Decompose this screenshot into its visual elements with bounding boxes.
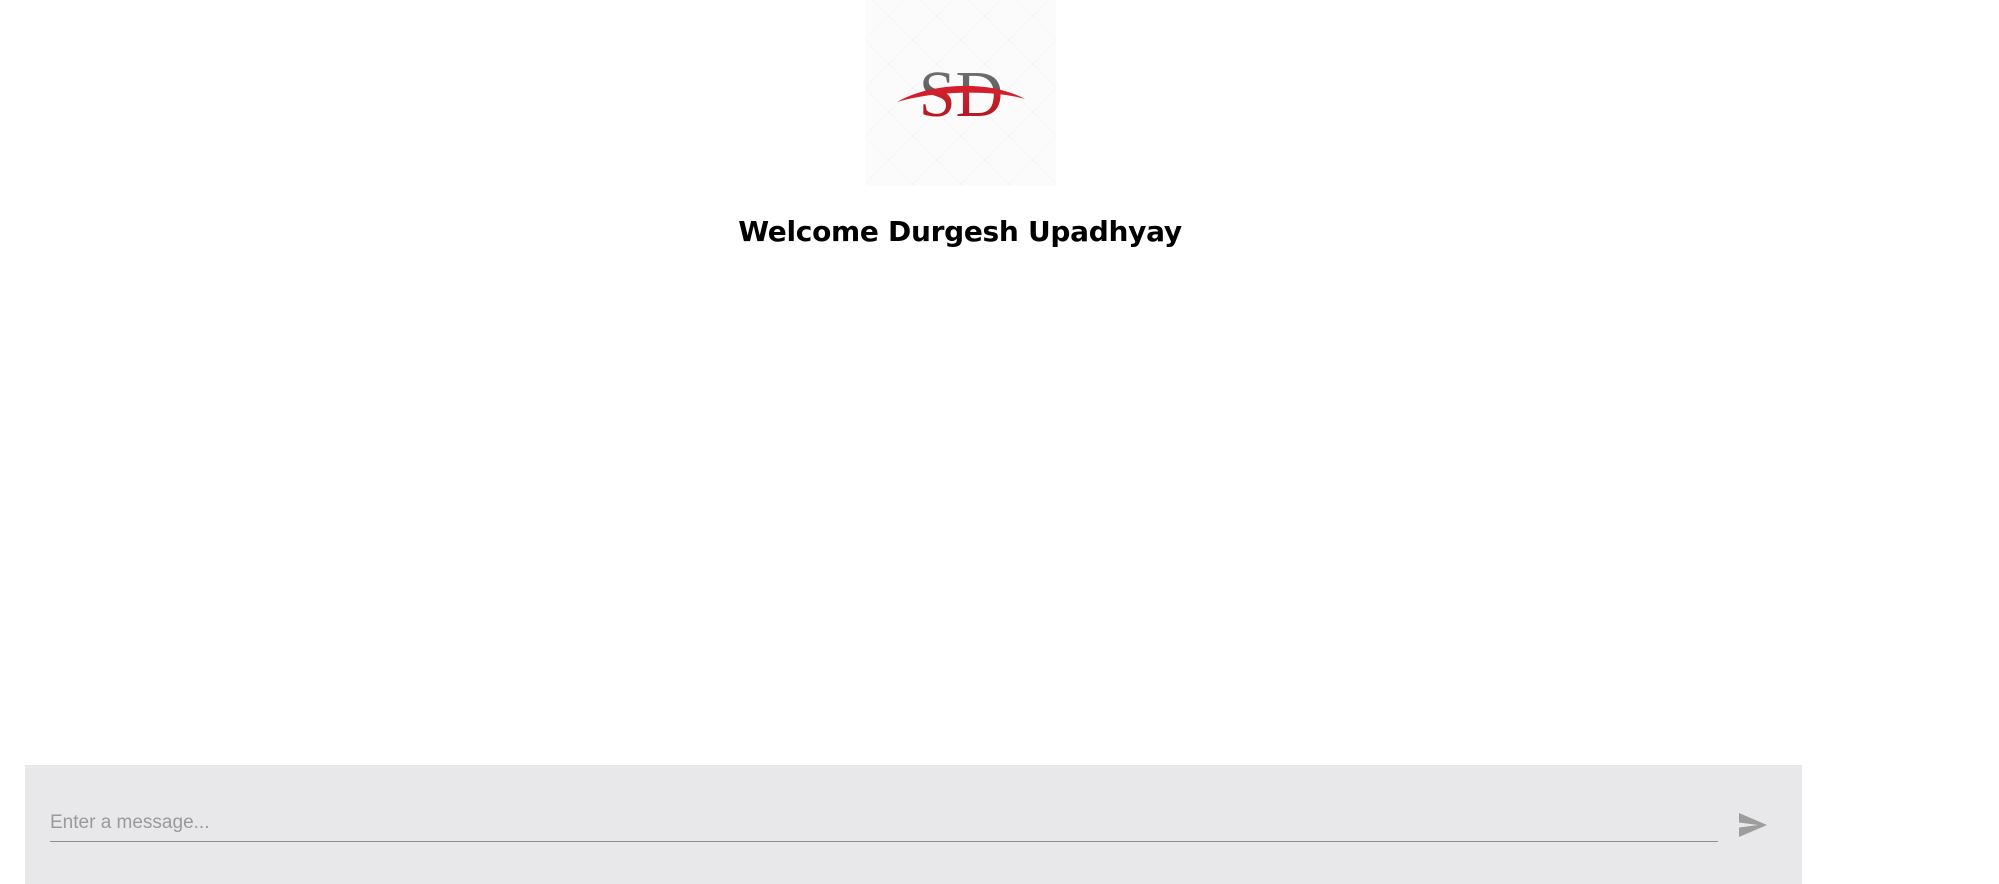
sd-logo-mark: SD SD bbox=[897, 58, 1025, 131]
welcome-heading: Welcome Durgesh Upadhyay bbox=[738, 215, 1182, 248]
message-list bbox=[0, 290, 1920, 760]
send-icon bbox=[1739, 813, 1767, 837]
message-composer bbox=[25, 765, 1802, 884]
logo: SD SD bbox=[866, 0, 1056, 186]
send-button[interactable] bbox=[1731, 803, 1775, 847]
message-input[interactable] bbox=[50, 805, 1718, 842]
chat-page: SD SD Welcome Durgesh Upadhyay bbox=[0, 0, 1999, 884]
